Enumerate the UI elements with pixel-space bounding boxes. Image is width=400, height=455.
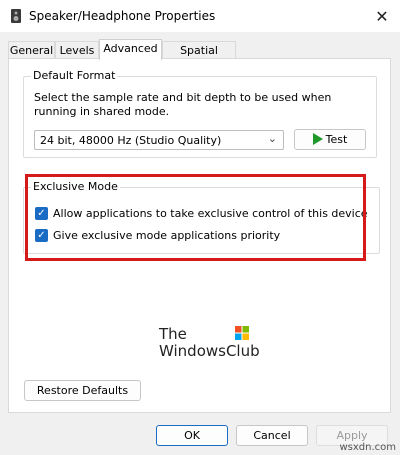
restore-defaults-button[interactable]: Restore Defaults (24, 380, 141, 401)
close-button[interactable]: ✕ (370, 4, 394, 28)
title-bar: Speaker/Headphone Properties ✕ (0, 0, 400, 32)
advanced-panel: Default Format Select the sample rate an… (8, 58, 391, 413)
cancel-button[interactable]: Cancel (236, 425, 308, 446)
default-format-description: Select the sample rate and bit depth to … (34, 91, 332, 118)
chevron-down-icon: ⌄ (267, 132, 277, 145)
logo-line2: WindowsClub (159, 342, 260, 360)
windows-logo-icon (235, 326, 249, 340)
play-icon (312, 133, 323, 145)
test-button-label: Test (325, 133, 348, 146)
exclusive-mode-group: Exclusive Mode ✓ Allow applications to t… (23, 180, 380, 254)
tab-levels[interactable]: Levels (55, 41, 99, 58)
logo-line1: The (159, 325, 187, 343)
tab-advanced[interactable]: Advanced (99, 39, 162, 60)
exclusive-control-checkbox[interactable]: ✓ (35, 206, 48, 220)
ok-button[interactable]: OK (156, 425, 228, 446)
speaker-icon (11, 9, 21, 23)
exclusive-control-option[interactable]: ✓ Allow applications to take exclusive c… (35, 205, 368, 221)
tab-general[interactable]: General (8, 41, 55, 58)
exclusive-priority-option[interactable]: ✓ Give exclusive mode applications prior… (35, 227, 280, 243)
default-format-label: Default Format (31, 69, 118, 82)
format-dropdown[interactable]: 24 bit, 48000 Hz (Studio Quality) ⌄ (34, 130, 284, 150)
format-dropdown-value: 24 bit, 48000 Hz (Studio Quality) (40, 134, 222, 147)
tab-spatial-sound[interactable]: Spatial sound (162, 41, 236, 74)
exclusive-priority-label: Give exclusive mode applications priorit… (53, 228, 281, 242)
window-title: Speaker/Headphone Properties (29, 9, 216, 23)
test-button[interactable]: Test (294, 129, 366, 150)
thewindowsclub-logo: The WindowsClub (159, 325, 260, 365)
default-format-group: Default Format Select the sample rate an… (23, 69, 377, 158)
exclusive-mode-label: Exclusive Mode (31, 180, 120, 193)
dialog-client: General Levels Advanced Spatial sound De… (0, 32, 400, 455)
exclusive-priority-checkbox[interactable]: ✓ (35, 228, 48, 242)
exclusive-control-label: Allow applications to take exclusive con… (53, 206, 368, 220)
watermark: wsxdn.com (339, 442, 396, 453)
